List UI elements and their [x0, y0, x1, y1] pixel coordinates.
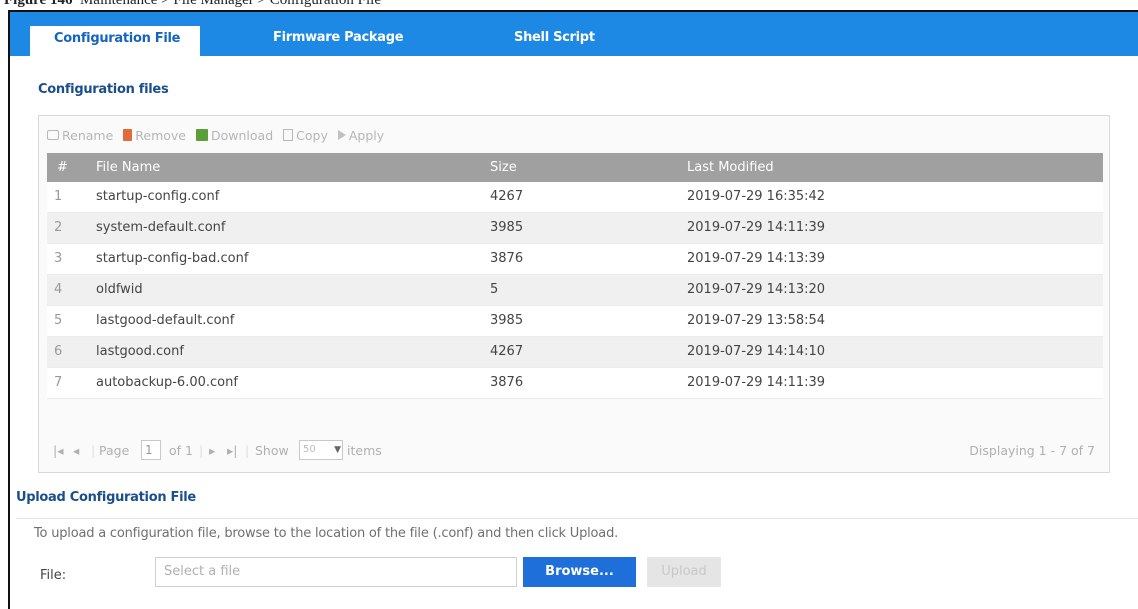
row-last-modified: 2019-07-29 14:11:39 [687, 220, 826, 235]
apply-icon [337, 130, 346, 140]
copy-label: Copy [296, 127, 328, 143]
apply-button[interactable]: Apply [337, 127, 385, 143]
row-last-modified: 2019-07-29 16:35:42 [687, 189, 826, 204]
row-file-name: startup-config-bad.conf [96, 251, 249, 266]
page-size-select[interactable]: 50 ▼ [299, 440, 343, 460]
items-label: items [347, 443, 382, 458]
row-size: 4267 [490, 189, 524, 204]
last-page-icon[interactable]: ▸| [227, 443, 238, 458]
row-file-name: oldfwid [96, 282, 143, 297]
pagination-bar: |◂ ◂ | Page 1 of 1 | ▸ ▸| | Show 50 ▼ it… [47, 438, 1103, 464]
prev-page-icon[interactable]: ◂ [73, 443, 79, 458]
page-of-label: of 1 [169, 443, 193, 458]
row-index: 7 [54, 375, 63, 390]
rename-button[interactable]: Rename [47, 128, 113, 143]
remove-label: Remove [135, 127, 186, 143]
file-label: File: [40, 568, 67, 583]
browse-button[interactable]: Browse... [523, 557, 636, 587]
row-file-name: lastgood.conf [96, 344, 184, 359]
configuration-files-title: Configuration files [38, 82, 169, 97]
row-last-modified: 2019-07-29 14:11:39 [687, 375, 826, 390]
row-index: 3 [54, 251, 63, 266]
table-row[interactable]: 3 startup-config-bad.conf 3876 2019-07-2… [47, 244, 1103, 275]
download-label: Download [211, 127, 274, 143]
main-frame: Configuration File Firmware Package Shel… [8, 10, 1138, 609]
chevron-down-icon[interactable]: ▼ [334, 445, 341, 455]
file-path-input[interactable]: Select a file [155, 557, 517, 587]
pager-separator: | [245, 443, 250, 458]
remove-button[interactable]: Remove [123, 128, 186, 143]
page-size-value: 50 [303, 444, 316, 455]
column-header-index[interactable]: # [57, 160, 68, 175]
row-last-modified: 2019-07-29 13:58:54 [687, 313, 826, 328]
apply-label: Apply [348, 127, 385, 143]
download-button[interactable]: Download [196, 128, 273, 143]
pager-separator: | [199, 443, 204, 458]
tab-firmware-package[interactable]: Firmware Package [273, 30, 404, 45]
row-index: 2 [54, 220, 63, 235]
row-last-modified: 2019-07-29 14:13:39 [687, 251, 826, 266]
copy-button[interactable]: Copy [283, 128, 328, 143]
table-row[interactable]: 5 lastgood-default.conf 3985 2019-07-29 … [47, 306, 1103, 337]
trash-icon [123, 129, 133, 141]
row-size: 3876 [490, 375, 524, 390]
table-row[interactable]: 6 lastgood.conf 4267 2019-07-29 14:14:10 [47, 337, 1103, 368]
pager-separator: | [91, 443, 96, 458]
row-last-modified: 2019-07-29 14:14:10 [687, 344, 826, 359]
figure-caption: Figure 146 Maintenance > File Manager > … [4, 0, 381, 8]
file-table: # File Name Size Last Modified 1 startup… [47, 153, 1103, 399]
row-file-name: system-default.conf [96, 220, 226, 235]
row-index: 4 [54, 282, 63, 297]
file-toolbar: Rename Remove Download Copy Apply [47, 124, 384, 146]
row-index: 5 [54, 313, 63, 328]
first-page-icon[interactable]: |◂ [53, 443, 64, 458]
next-page-icon[interactable]: ▸ [209, 443, 215, 458]
page-label: Page [99, 443, 130, 458]
column-header-size[interactable]: Size [490, 160, 517, 175]
upload-configuration-title: Upload Configuration File [16, 490, 196, 505]
figure-title: Maintenance > File Manager > Configurati… [79, 0, 381, 8]
column-header-file-name[interactable]: File Name [96, 160, 160, 175]
row-size: 5 [490, 282, 499, 297]
copy-icon [283, 129, 294, 141]
table-row[interactable]: 2 system-default.conf 3985 2019-07-29 14… [47, 213, 1103, 244]
page-number-input[interactable]: 1 [141, 440, 161, 460]
row-size: 3985 [490, 313, 524, 328]
row-last-modified: 2019-07-29 14:13:20 [687, 282, 826, 297]
table-row[interactable]: 4 oldfwid 5 2019-07-29 14:13:20 [47, 275, 1103, 306]
show-label: Show [255, 443, 289, 458]
row-size: 3876 [490, 251, 524, 266]
displaying-count: Displaying 1 - 7 of 7 [969, 443, 1095, 458]
rename-icon [47, 130, 59, 140]
tab-shell-script[interactable]: Shell Script [514, 30, 595, 45]
table-row[interactable]: 7 autobackup-6.00.conf 3876 2019-07-29 1… [47, 368, 1103, 399]
rename-label: Rename [62, 127, 114, 143]
row-size: 4267 [490, 344, 524, 359]
row-file-name: autobackup-6.00.conf [96, 375, 238, 390]
tab-bar: Configuration File Firmware Package Shel… [10, 12, 1138, 56]
row-file-name: lastgood-default.conf [96, 313, 235, 328]
table-header: # File Name Size Last Modified [47, 153, 1103, 182]
upload-hint: To upload a configuration file, browse t… [34, 526, 619, 541]
download-icon [196, 129, 208, 141]
configuration-files-panel: Rename Remove Download Copy Apply # File… [38, 115, 1110, 473]
row-index: 6 [54, 344, 63, 359]
table-row[interactable]: 1 startup-config.conf 4267 2019-07-29 16… [47, 182, 1103, 213]
row-index: 1 [54, 189, 63, 204]
upload-button[interactable]: Upload [647, 557, 721, 587]
figure-label: Figure 146 [4, 0, 73, 8]
section-divider [16, 518, 1138, 519]
row-size: 3985 [490, 220, 524, 235]
column-header-last-modified[interactable]: Last Modified [687, 160, 774, 175]
tab-configuration-file[interactable]: Configuration File [30, 26, 201, 56]
row-file-name: startup-config.conf [96, 189, 220, 204]
